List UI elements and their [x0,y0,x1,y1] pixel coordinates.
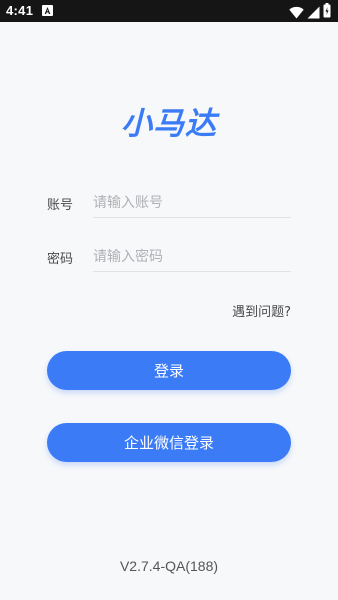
signal-icon [307,4,320,23]
account-label: 账号 [47,198,74,213]
version-label: V2.7.4-QA(188) [119,558,219,574]
status-time: 4:41 [6,3,34,18]
help-link[interactable]: 遇到问题? [232,301,291,320]
account-input[interactable] [93,189,291,218]
status-bar: 4:41 [0,0,338,22]
wecom-login-button[interactable]: 企业微信登录 [47,423,291,462]
battery-icon [323,3,331,22]
app-logo: 小马达 [121,106,217,142]
app-notification-icon [42,5,53,16]
password-input[interactable] [93,243,291,272]
password-label: 密码 [47,252,74,267]
login-button[interactable]: 登录 [47,351,291,390]
wifi-icon [289,4,304,23]
